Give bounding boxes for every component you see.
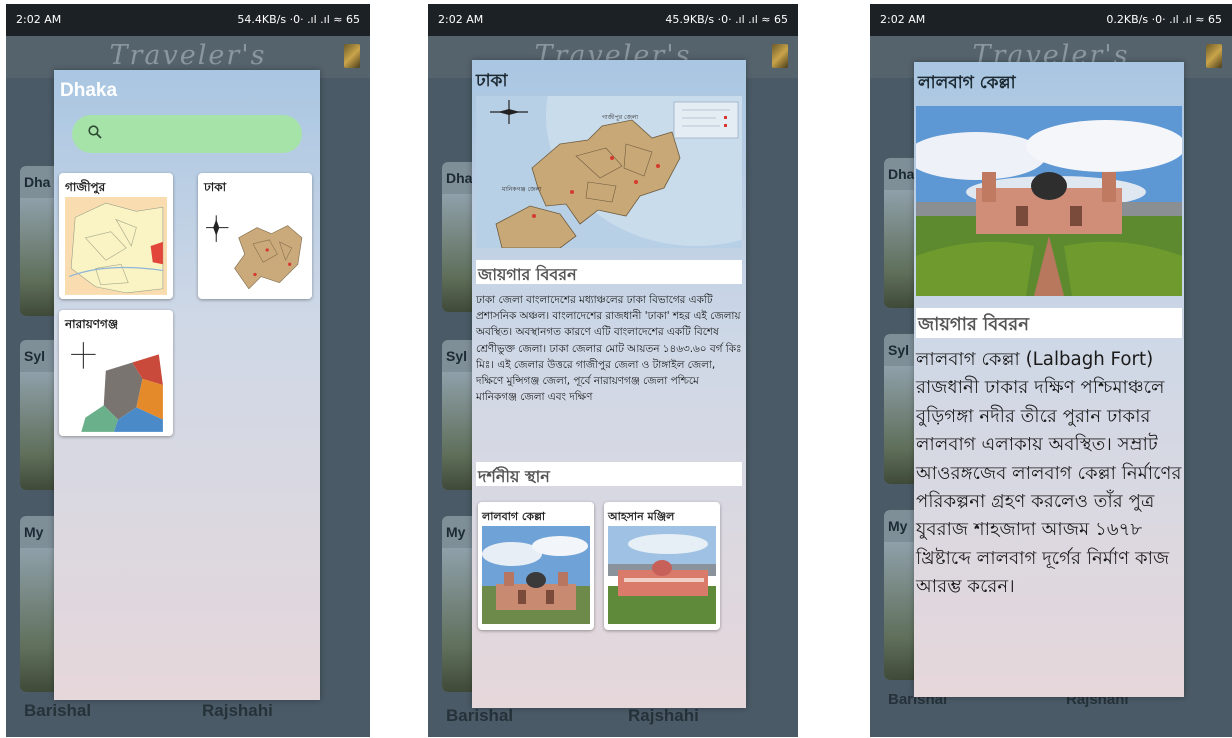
status-bar: 2:02 AM 54.4KB/s ·0· .ıl .ıl ≈ 65 — [6, 4, 370, 36]
bg-division-label: My — [888, 518, 908, 534]
app-logo-icon[interactable] — [1206, 44, 1222, 68]
district-dialog: Dhaka গাজীপুর ঢাকা নারায়ণগঞ্জ — [54, 70, 320, 700]
dialog-title: লালবাগ কেল্লা — [918, 73, 1016, 93]
status-time: 2:02 AM — [880, 13, 926, 26]
search-input[interactable] — [72, 115, 302, 153]
place-name: লালবাগ কেল্লা — [482, 510, 546, 523]
place-photo — [482, 526, 590, 624]
bg-division-label: Syl — [446, 348, 468, 364]
status-time: 2:02 AM — [438, 13, 484, 26]
bg-division-label: Syl — [24, 348, 46, 364]
place-name: আহসান মঞ্জিল — [608, 510, 675, 523]
district-card-gazipur[interactable]: গাজীপুর — [59, 173, 173, 299]
bg-label-rajshahi[interactable]: Rajshahi — [202, 701, 273, 721]
district-name: নারায়ণগঞ্জ — [65, 317, 119, 331]
bg-division-label: Dha — [446, 170, 473, 186]
dialog-title: ঢাকা — [476, 71, 508, 91]
district-card-narayanganj[interactable]: নারায়ণগঞ্জ — [59, 310, 173, 436]
description-heading: জায়গার বিবরন — [476, 260, 742, 284]
app-title: Traveler's — [109, 40, 267, 71]
district-name: ঢাকা — [204, 180, 227, 194]
status-indicators: 45.9KB/s ·0· .ıl .ıl ≈ 65 — [665, 13, 788, 26]
district-map-image — [65, 197, 167, 295]
bg-division-label: Dha — [24, 174, 51, 190]
bg-division-label: Dha — [888, 166, 915, 182]
district-detail-dialog: ঢাকা গাজীপুর জেলা মানিকগঞ্জ জেলা জায়গার… — [472, 60, 746, 708]
district-map-image — [204, 197, 306, 295]
description-heading: জায়গার বিবরন — [916, 308, 1182, 338]
status-indicators: 0.2KB/s ·0· .ıl .ıl ≈ 65 — [1106, 13, 1222, 26]
place-card-ahsan-manzil[interactable]: আহসান মঞ্জিল — [604, 502, 720, 630]
search-icon — [88, 125, 102, 139]
phone-screen-3: 2:02 AM 0.2KB/s ·0· .ıl .ıl ≈ 65 Travele… — [870, 4, 1232, 737]
map-label-manikganj: মানিকগঞ্জ জেলা — [502, 186, 542, 193]
bg-label-barishal[interactable]: Barishal — [446, 706, 513, 726]
map-label-gazipur: গাজীপুর জেলা — [602, 114, 639, 121]
description-text: লালবাগ কেল্লা (Lalbagh Fort) রাজধানী ঢাক… — [916, 349, 1182, 598]
bg-division-label: Syl — [888, 342, 910, 358]
status-indicators: 54.4KB/s ·0· .ıl .ıl ≈ 65 — [237, 13, 360, 26]
description-text: ঢাকা জেলা বাংলাদেশের মধ্যাঞ্চলের ঢাকা বি… — [476, 294, 742, 404]
dialog-title: Dhaka — [60, 80, 118, 101]
app-logo-icon[interactable] — [772, 44, 788, 68]
district-name: গাজীপুর — [65, 180, 106, 194]
bg-division-label: My — [24, 524, 44, 540]
bg-division-label: My — [446, 524, 466, 540]
place-card-lalbagh[interactable]: লালবাগ কেল্লা — [478, 502, 594, 630]
status-bar: 2:02 AM 0.2KB/s ·0· .ıl .ıl ≈ 65 — [870, 4, 1232, 36]
bg-label-barishal[interactable]: Barishal — [24, 701, 91, 721]
places-heading: দর্শনীয় স্থান — [476, 462, 742, 486]
place-photo — [608, 526, 716, 624]
district-map-image — [65, 334, 167, 432]
status-bar: 2:02 AM 45.9KB/s ·0· .ıl .ıl ≈ 65 — [428, 4, 798, 36]
phone-screen-1: 2:02 AM 54.4KB/s ·0· .ıl .ıl ≈ 65 Travel… — [6, 4, 370, 737]
place-photo — [916, 106, 1182, 296]
bg-label-rajshahi[interactable]: Rajshahi — [628, 706, 699, 726]
app-logo-icon[interactable] — [344, 44, 360, 68]
phone-screen-2: 2:02 AM 45.9KB/s ·0· .ıl .ıl ≈ 65 Travel… — [428, 4, 798, 737]
place-detail-dialog: লালবাগ কেল্লা জায়গার বিবরন লালবাগ কেল্ল… — [914, 62, 1184, 697]
status-time: 2:02 AM — [16, 13, 62, 26]
district-card-dhaka[interactable]: ঢাকা — [198, 173, 312, 299]
